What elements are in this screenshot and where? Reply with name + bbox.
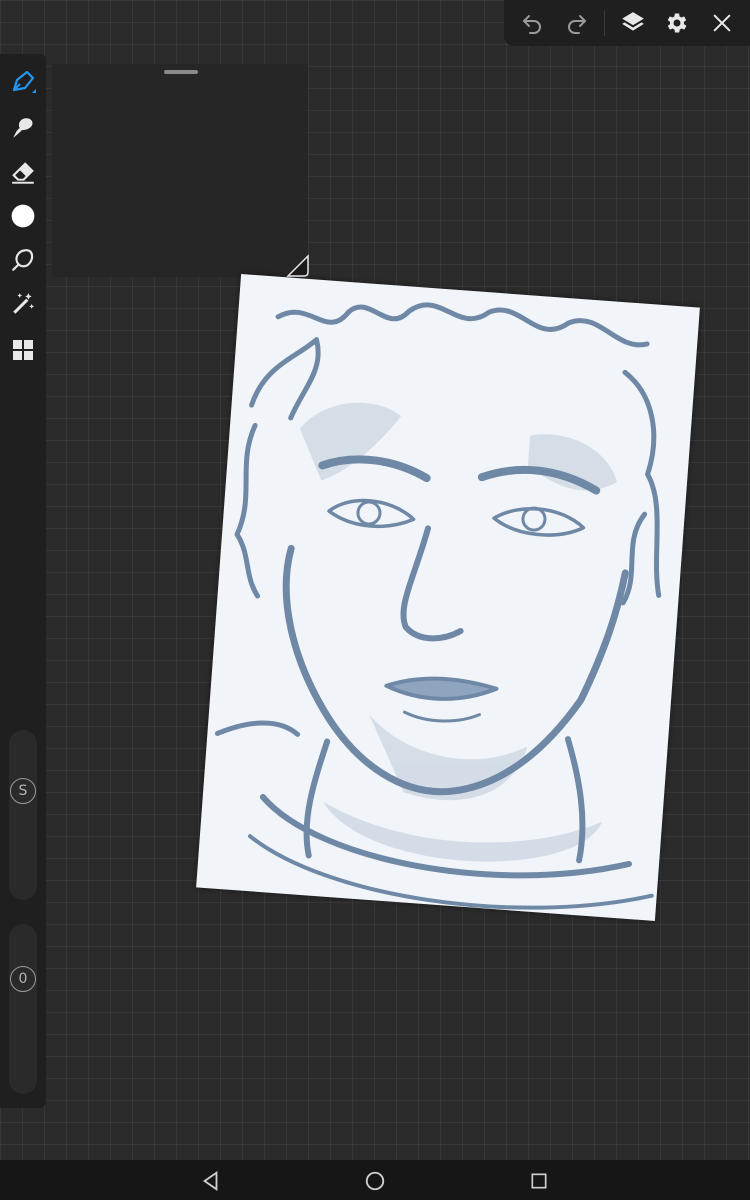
canvas-transform-handle[interactable] [286,254,310,278]
eraser-tool[interactable] [7,156,39,188]
layers-icon [621,12,644,31]
tool-rail: S 0 [0,54,46,1108]
opacity-slider[interactable]: 0 [9,924,37,1094]
top-toolbar [504,0,750,46]
undo-button[interactable] [515,6,549,40]
back-icon [202,1171,218,1191]
opacity-label: 0 [18,971,28,987]
opacity-knob[interactable]: 0 [10,966,36,992]
redo-button[interactable] [560,6,594,40]
pen-tool[interactable] [7,66,39,98]
close-icon [713,14,731,32]
brush-size-label: S [18,783,28,799]
color-icon [11,204,35,228]
brush-size-slider[interactable]: S [9,730,37,900]
magic-wand-tool[interactable] [7,288,39,320]
back-button[interactable] [198,1168,224,1194]
color-picker[interactable] [7,200,39,232]
close-button[interactable] [705,6,739,40]
undo-icon [523,15,542,34]
portrait-sketch [214,302,662,910]
lasso-tool[interactable] [7,244,39,276]
panel-drag-handle[interactable] [164,70,198,74]
eraser-icon [12,162,34,184]
smudge-tool[interactable] [7,112,39,144]
home-button[interactable] [362,1168,388,1194]
home-icon [365,1171,385,1191]
apps-tool[interactable] [7,334,39,366]
smudge-icon [13,118,33,138]
magic-wand-icon [13,293,35,314]
recents-button[interactable] [526,1168,552,1194]
settings-button[interactable] [660,6,694,40]
apps-icon [13,340,33,360]
recents-icon [531,1173,547,1189]
drawing-canvas[interactable] [196,273,700,922]
system-navigation-bar [0,1160,750,1200]
settings-icon [667,13,687,33]
brush-panel [52,64,308,277]
layers-button[interactable] [616,6,650,40]
toolbar-divider [604,10,606,36]
pen-icon [12,70,36,93]
redo-icon [567,15,586,34]
brush-size-knob[interactable]: S [10,778,36,804]
lasso-icon [12,249,34,271]
